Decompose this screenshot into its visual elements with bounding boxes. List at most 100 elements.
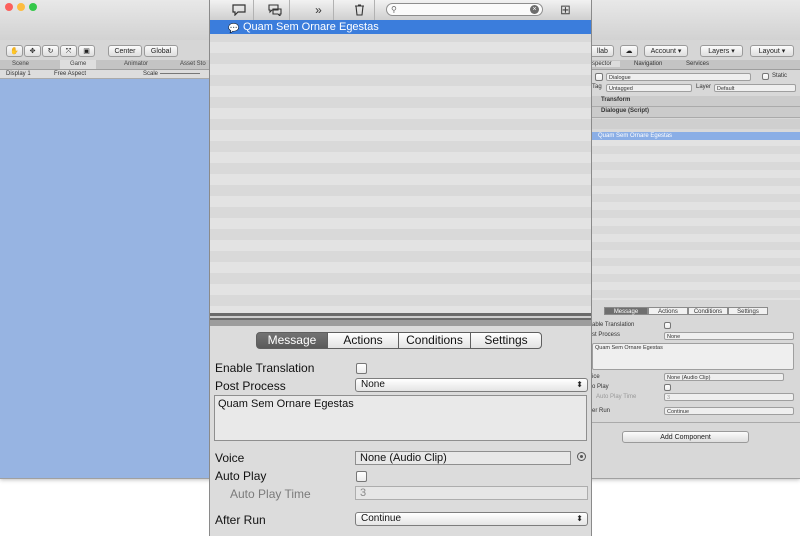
- tab-services[interactable]: Services: [686, 61, 709, 67]
- global-label: Global: [150, 48, 172, 55]
- tag-dropdown[interactable]: Untagged: [606, 84, 692, 92]
- node-search-box[interactable]: ⚲ ×: [386, 3, 543, 16]
- hand-tool-button[interactable]: ✋: [6, 45, 23, 57]
- add-choice-button[interactable]: [260, 0, 290, 20]
- updown-arrow-icon: ⬍: [576, 514, 583, 523]
- mini-node-list[interactable]: [592, 130, 800, 300]
- add-jump-button[interactable]: »: [304, 0, 334, 20]
- post-process-dropdown[interactable]: None ⬍: [355, 378, 588, 392]
- tab-game[interactable]: Game: [60, 60, 97, 69]
- display-dropdown[interactable]: Display 1: [6, 70, 31, 78]
- after-run-dropdown[interactable]: Continue ⬍: [355, 512, 588, 526]
- active-checkbox[interactable]: [595, 73, 603, 81]
- tab-actions[interactable]: Actions: [327, 332, 399, 349]
- enable-translation-checkbox[interactable]: [356, 363, 367, 374]
- cloud-icon: ☁: [625, 48, 633, 55]
- tab-inspector[interactable]: spector: [592, 61, 620, 67]
- dialogue-toolbar: » ⚲ × ⊞: [210, 0, 591, 21]
- mini-message-textarea[interactable]: Quam Sem Ornare Egestas: [592, 343, 794, 370]
- move-tool-button[interactable]: ✥: [24, 45, 41, 57]
- game-view[interactable]: [0, 79, 210, 478]
- layers-label: Layers: [708, 48, 730, 55]
- node-list[interactable]: [210, 20, 591, 313]
- static-label: Static: [772, 73, 788, 79]
- panel-splitter[interactable]: [210, 313, 591, 326]
- rotate-icon: ↻: [47, 48, 54, 55]
- dialogue-window: » ⚲ × ⊞ 💬 Quam Sem Ornare Egestas Messag…: [209, 0, 592, 536]
- voice-label: Voice: [215, 451, 245, 465]
- tab-settings[interactable]: Settings: [470, 332, 542, 349]
- scale-slider[interactable]: [160, 73, 200, 74]
- message-text-area[interactable]: Quam Sem Ornare Egestas: [214, 395, 587, 441]
- mini-auto-play-checkbox[interactable]: [664, 384, 671, 391]
- script-header[interactable]: Dialogue (Script): [592, 107, 800, 118]
- layer-dropdown[interactable]: Default: [714, 84, 796, 92]
- search-input[interactable]: [403, 4, 523, 15]
- minimize-window-button[interactable]: [17, 3, 25, 11]
- node-row[interactable]: 💬 Quam Sem Ornare Egestas: [210, 20, 591, 34]
- mini-after-run-dropdown[interactable]: Continue: [664, 407, 794, 415]
- updown-arrow-icon: ⬍: [576, 380, 583, 389]
- add-component-button[interactable]: Add Component: [622, 431, 749, 443]
- mini-node-row[interactable]: Quam Sem Ornare Egestas: [592, 132, 800, 140]
- mini-auto-play-time-label: Auto Play Time: [596, 394, 637, 400]
- mini-tab-actions[interactable]: Actions: [648, 307, 688, 315]
- speech-bubble-icon: [231, 4, 246, 16]
- tab-message[interactable]: Message: [256, 332, 328, 349]
- mini-tab-settings[interactable]: Settings: [728, 307, 768, 315]
- mini-tab-conditions[interactable]: Conditions: [688, 307, 728, 315]
- delete-node-button[interactable]: [345, 0, 375, 20]
- chevron-right-icon: »: [315, 3, 322, 17]
- close-window-button[interactable]: [5, 3, 13, 11]
- tab-asset-store[interactable]: Asset Sto: [180, 60, 206, 69]
- mini-enable-translation-checkbox[interactable]: [664, 322, 671, 329]
- mini-tab-message[interactable]: Message: [604, 307, 648, 315]
- transform-header[interactable]: Transform: [592, 96, 800, 107]
- cloud-button[interactable]: ☁: [620, 45, 638, 57]
- post-process-value: None: [361, 379, 385, 390]
- add-message-button[interactable]: [224, 0, 254, 20]
- hand-icon: ✋: [10, 48, 19, 55]
- rect-tool-button[interactable]: ▣: [78, 45, 95, 57]
- object-name-field[interactable]: Dialogue: [606, 73, 751, 81]
- layout-label: Layout: [758, 48, 780, 55]
- auto-play-checkbox[interactable]: [356, 471, 367, 482]
- tab-scene[interactable]: Scene: [12, 60, 29, 69]
- rotate-tool-button[interactable]: ↻: [42, 45, 59, 57]
- static-checkbox[interactable]: [762, 73, 769, 80]
- move-icon: ✥: [29, 48, 36, 55]
- post-process-label: Post Process: [215, 379, 286, 393]
- tab-animator[interactable]: Animator: [124, 60, 148, 69]
- object-picker-icon[interactable]: [577, 452, 586, 461]
- account-dropdown[interactable]: Account ▾: [644, 45, 688, 57]
- mini-auto-play-time-field[interactable]: 3: [664, 393, 794, 401]
- divider: [592, 422, 800, 423]
- voice-field[interactable]: None (Audio Clip): [355, 451, 571, 465]
- script-label: Dialogue (Script): [601, 108, 650, 114]
- search-icon: ⚲: [391, 5, 397, 14]
- inspector-panel: spector Navigation Services Dialogue Sta…: [592, 60, 800, 478]
- layers-dropdown[interactable]: Layers ▾: [700, 45, 743, 57]
- add-component-label: Add Component: [660, 434, 711, 441]
- mini-after-run-label: er Run: [592, 408, 611, 414]
- clear-search-icon[interactable]: ×: [530, 5, 539, 14]
- mini-post-process-dropdown[interactable]: None: [664, 332, 794, 340]
- mini-enable-translation-label: able Translation: [592, 322, 635, 328]
- scale-tool-button[interactable]: ⤧: [60, 45, 77, 57]
- enable-translation-label: Enable Translation: [215, 361, 315, 375]
- voice-value: None (Audio Clip): [360, 452, 447, 464]
- aspect-dropdown[interactable]: Free Aspect: [54, 70, 86, 78]
- tab-navigation[interactable]: Navigation: [634, 61, 662, 67]
- zoom-window-button[interactable]: [29, 3, 37, 11]
- layout-dropdown[interactable]: Layout ▾: [750, 45, 794, 57]
- auto-play-time-field[interactable]: 3: [355, 486, 588, 500]
- tab-conditions[interactable]: Conditions: [398, 332, 471, 349]
- collab-label: llab: [597, 48, 608, 55]
- scale-icon: ⤧: [65, 48, 72, 55]
- mini-voice-field[interactable]: None (Audio Clip): [664, 373, 784, 381]
- pivot-center-button[interactable]: Center: [108, 45, 142, 57]
- mini-voice-label: ice: [592, 374, 600, 380]
- pivot-global-button[interactable]: Global: [144, 45, 178, 57]
- grid-view-icon[interactable]: ⊞: [560, 3, 571, 17]
- collab-button[interactable]: llab: [592, 45, 614, 57]
